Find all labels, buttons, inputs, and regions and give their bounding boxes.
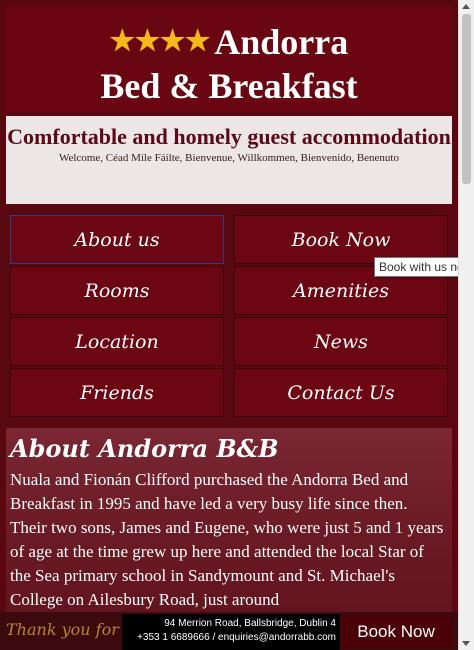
about-text: Nuala and Fionán Clifford purchased the …: [10, 470, 444, 609]
site-title-line-2: Bed & Breakfast: [100, 66, 358, 106]
footer-bar: Thank you for v 94 Merrion Road, Ballsbr…: [0, 612, 458, 650]
site-title-line-1: Andorra: [214, 22, 349, 62]
nav-about-us[interactable]: About us: [10, 215, 224, 264]
vertical-scrollbar[interactable]: [458, 0, 474, 650]
footer-address-block: 94 Merrion Road, Ballsbridge, Dublin 4 +…: [122, 614, 340, 650]
scroll-thumb[interactable]: [462, 14, 471, 184]
book-now-button[interactable]: Book Now: [340, 616, 452, 648]
main-nav: About us Book Now Rooms Amenities Locati…: [6, 210, 452, 422]
tagline-title: Comfortable and homely guest accommodati…: [7, 124, 451, 149]
footer-address: 94 Merrion Road, Ballsbridge, Dublin 4: [164, 618, 336, 629]
nav-news[interactable]: News: [234, 317, 448, 366]
welcome-text: Welcome, Céad Míle Fáilte, Bienvenue, Wi…: [58, 152, 399, 164]
star-rating-icon: ★★★★: [109, 26, 211, 57]
scroll-up-arrow-icon[interactable]: [462, 4, 470, 9]
about-heading: About Andorra B&B: [10, 434, 279, 463]
nav-friends[interactable]: Friends: [10, 368, 224, 417]
page: ★★★★ Andorra Bed & Breakfast Comfortable …: [0, 0, 458, 650]
nav-location[interactable]: Location: [10, 317, 224, 366]
footer-contact[interactable]: +353 1 6689666 / enquiries@andorrabb.com: [122, 631, 336, 645]
nav-rooms[interactable]: Rooms: [10, 266, 224, 315]
tagline-banner: Comfortable and homely guest accommodati…: [6, 116, 452, 204]
nav-contact-us[interactable]: Contact Us: [234, 368, 448, 417]
scroll-down-arrow-icon[interactable]: [462, 641, 470, 646]
site-header: ★★★★ Andorra Bed & Breakfast: [6, 6, 452, 112]
header-line-1: ★★★★ Andorra: [6, 22, 452, 62]
footer-thanks-text: Thank you for v: [6, 620, 133, 639]
